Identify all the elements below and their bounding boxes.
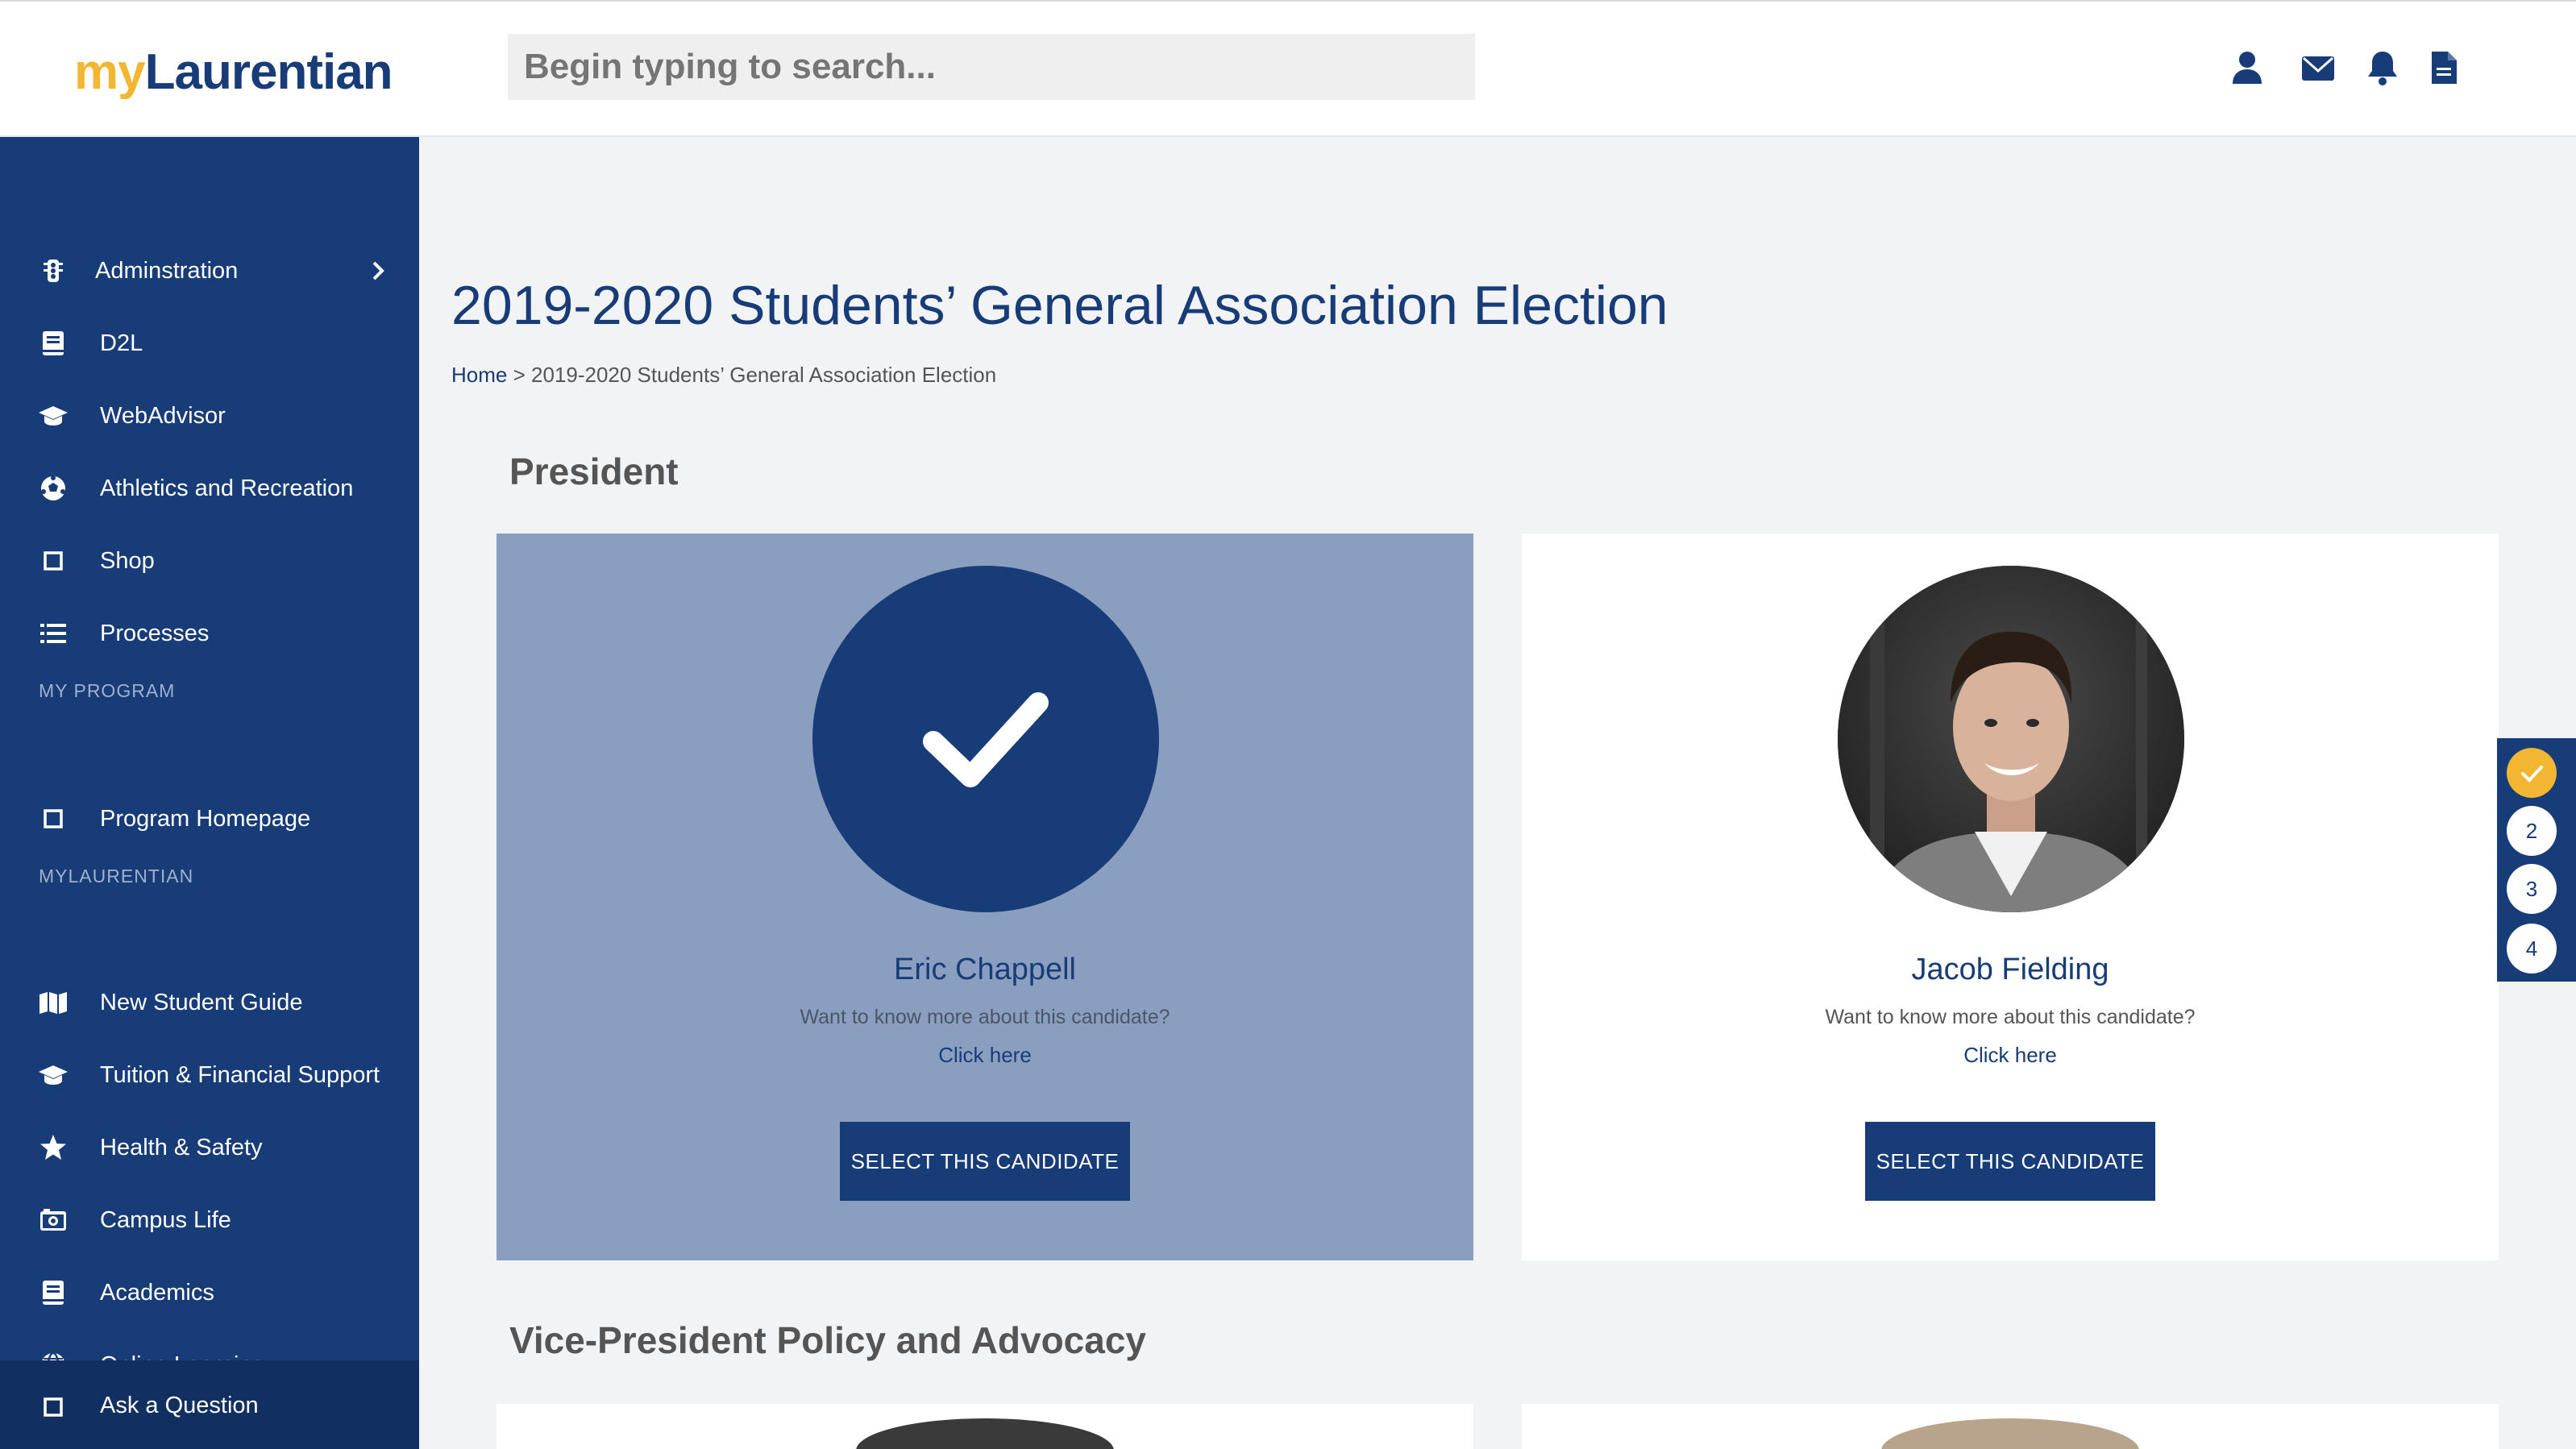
sidebar-item-label: Program Homepage — [100, 805, 311, 832]
step-1-complete[interactable] — [2507, 748, 2557, 798]
sidebar-item-ask-a-question[interactable]: Ask a Question — [0, 1360, 419, 1449]
chevron-right-icon — [369, 255, 388, 287]
sidebar-item-tuition-financial-support[interactable]: Tuition & Financial Support — [0, 1043, 419, 1107]
sidebar-item-label: Health & Safety — [100, 1134, 263, 1160]
square-icon — [37, 803, 69, 835]
breadcrumb: Home > 2019-2020 Students’ General Assoc… — [451, 363, 996, 388]
breadcrumb-home-link[interactable]: Home — [451, 363, 507, 387]
step-4[interactable]: 4 — [2507, 924, 2557, 974]
candidate-more-link[interactable]: Click here — [497, 1043, 1473, 1068]
candidate-card[interactable]: Jacob Fielding Want to know more about t… — [1522, 534, 2499, 1260]
election-step-indicator: 2 3 4 — [2497, 738, 2576, 982]
selected-check-avatar — [812, 566, 1159, 912]
candidate-photo — [1838, 566, 2184, 912]
sidebar-item-label: Campus Life — [100, 1206, 231, 1233]
sidebar-item-label: WebAdvisor — [100, 402, 226, 429]
sidebar: Adminstration D2L WebAdvisor Athletics a… — [0, 137, 419, 1449]
list-icon — [37, 617, 69, 650]
sidebar-item-campus-life[interactable]: Campus Life — [0, 1188, 419, 1252]
candidate-card-partial[interactable] — [497, 1404, 1473, 1449]
candidate-card-partial[interactable] — [1522, 1404, 2499, 1449]
candidate-more-link[interactable]: Click here — [1522, 1043, 2499, 1068]
candidate-name: Jacob Fielding — [1911, 953, 2109, 986]
sidebar-item-health-safety[interactable]: Health & Safety — [0, 1115, 419, 1180]
square-icon — [37, 545, 69, 577]
sidebar-item-label: New Student Guide — [100, 989, 303, 1015]
candidate-question: Want to know more about this candidate? — [1825, 1006, 2196, 1028]
mylaurentian-logo[interactable]: myLaurentian — [74, 44, 393, 101]
candidate-card-selected[interactable]: Eric Chappell Want to know more about th… — [497, 534, 1473, 1260]
book-icon — [37, 327, 69, 359]
star-icon — [37, 1131, 69, 1164]
graduation-cap-icon — [37, 1059, 69, 1091]
candidate-question: Want to know more about this candidate? — [800, 1006, 1170, 1028]
section-header-mylaurentian: MYLAURENTIAN — [39, 866, 194, 886]
breadcrumb-separator: > — [507, 363, 531, 387]
search-input[interactable] — [508, 34, 1475, 100]
select-candidate-button[interactable]: SELECT THIS CANDIDATE — [840, 1122, 1130, 1201]
page-title: 2019-2020 Students’ General Association … — [451, 275, 1668, 336]
section-title-president: President — [509, 450, 679, 492]
logo-my-text: my — [74, 44, 146, 100]
top-header: myLaurentian — [0, 0, 2576, 137]
map-icon — [37, 986, 69, 1019]
book-icon — [37, 1277, 69, 1309]
select-candidate-button[interactable]: SELECT THIS CANDIDATE — [1865, 1122, 2155, 1201]
breadcrumb-current: 2019-2020 Students’ General Association … — [531, 363, 997, 387]
step-3[interactable]: 3 — [2507, 864, 2557, 914]
step-2[interactable]: 2 — [2507, 806, 2557, 856]
sidebar-item-webadvisor[interactable]: WebAdvisor — [0, 384, 419, 448]
sidebar-item-athletics-and-recreation[interactable]: Athletics and Recreation — [0, 456, 419, 521]
sidebar-item-label: Adminstration — [95, 257, 239, 284]
sidebar-item-label: Shop — [100, 547, 155, 574]
sidebar-item-shop[interactable]: Shop — [0, 529, 419, 593]
sidebar-item-label: Athletics and Recreation — [100, 475, 354, 501]
check-icon — [2521, 766, 2543, 783]
sidebar-item-program-homepage[interactable]: Program Homepage — [0, 787, 419, 851]
sidebar-item-adminstration[interactable]: Adminstration — [0, 239, 419, 303]
section-header-my-program: MY PROGRAM — [39, 680, 176, 701]
sidebar-item-label: Academics — [100, 1279, 214, 1306]
mail-icon[interactable] — [2299, 48, 2337, 87]
traffic-light-icon — [37, 255, 69, 287]
square-icon — [37, 1391, 69, 1423]
soccer-ball-icon — [37, 472, 69, 504]
sidebar-item-academics[interactable]: Academics — [0, 1260, 419, 1325]
sidebar-item-label: D2L — [100, 330, 143, 356]
sidebar-item-label: Processes — [100, 620, 210, 646]
camera-icon — [37, 1204, 69, 1236]
sidebar-item-label: Ask a Question — [100, 1393, 259, 1418]
sidebar-item-d2l[interactable]: D2L — [0, 311, 419, 376]
logo-brand-text: Laurentian — [144, 44, 393, 100]
candidate-name: Eric Chappell — [894, 953, 1076, 986]
sidebar-item-label: Tuition & Financial Support — [100, 1061, 380, 1088]
section-title-vp-policy-advocacy: Vice-President Policy and Advocacy — [509, 1319, 1146, 1361]
graduation-cap-icon — [37, 400, 69, 432]
document-icon[interactable] — [2424, 48, 2463, 87]
sidebar-item-new-student-guide[interactable]: New Student Guide — [0, 970, 419, 1035]
sidebar-item-processes[interactable]: Processes — [0, 601, 419, 666]
bell-icon[interactable] — [2363, 48, 2402, 87]
checkmark-icon — [923, 692, 1049, 787]
user-icon[interactable] — [2228, 48, 2266, 87]
